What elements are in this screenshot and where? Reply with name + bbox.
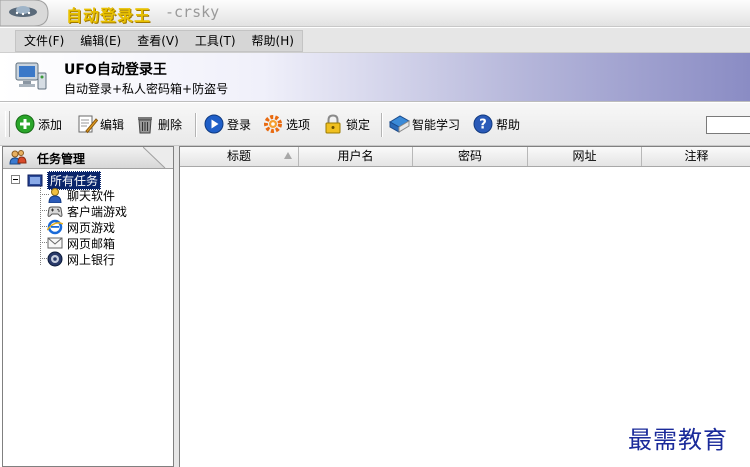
tree-item-client-games[interactable]: 客户端游戏 [47, 203, 127, 219]
tree-item-label: 网页游戏 [67, 220, 116, 235]
list-header: 标题 用户名 密码 网址 注释 [180, 147, 750, 167]
tree-guide-line [40, 185, 42, 265]
ie-browser-icon [47, 219, 63, 235]
title-bar: 自动登录王 -crsky [0, 0, 750, 27]
delete-button[interactable]: 删除 [134, 113, 182, 135]
tree-item-label: 聊天软件 [67, 188, 116, 203]
task-tree-panel: 任务管理 所有任务 聊天软件 客户端游戏 网页游戏 网页邮箱 网上银行 [2, 146, 174, 467]
help-icon: ? [473, 114, 493, 134]
toolbar: 添加 编辑 删除 登录 选项 锁定 智能学习 ? 帮助 [0, 103, 750, 146]
gamepad-icon [47, 206, 63, 217]
column-url[interactable]: 网址 [528, 147, 642, 166]
login-label: 登录 [227, 117, 252, 132]
panel-tab-edge [143, 147, 173, 168]
add-icon [15, 114, 35, 134]
column-notes[interactable]: 注释 [642, 147, 750, 166]
task-panel-title: 任务管理 [37, 152, 86, 166]
edit-label: 编辑 [100, 117, 125, 132]
column-username-label: 用户名 [337, 149, 374, 163]
column-password-label: 密码 [457, 149, 482, 163]
column-notes-label: 注释 [684, 149, 709, 163]
toolbar-separator [195, 113, 197, 137]
smart-learn-button[interactable]: 智能学习 [388, 113, 460, 135]
menu-bar: 文件(F) 编辑(E) 查看(V) 工具(T) 帮助(H) [0, 28, 750, 53]
tree-item-web-games[interactable]: 网页游戏 [47, 219, 115, 235]
gear-icon [264, 115, 282, 133]
help-label: 帮助 [496, 117, 521, 132]
play-icon [204, 114, 224, 134]
task-panel-header: 任务管理 [3, 147, 173, 169]
tree-item-chat-software[interactable]: 聊天软件 [47, 187, 115, 203]
chat-users-icon [48, 188, 62, 203]
smart-learn-label: 智能学习 [412, 117, 461, 132]
options-label: 选项 [286, 117, 311, 132]
column-title-label: 标题 [226, 149, 251, 163]
svg-text:?: ? [479, 118, 487, 133]
column-username[interactable]: 用户名 [299, 147, 413, 166]
window-subtitle: -crsky [165, 3, 220, 21]
column-password[interactable]: 密码 [413, 147, 528, 166]
sort-arrow-icon [284, 152, 292, 159]
help-button[interactable]: ? 帮助 [472, 113, 520, 135]
account-list-panel: 标题 用户名 密码 网址 注释 [179, 146, 750, 467]
search-input[interactable] [706, 116, 750, 134]
column-title[interactable]: 标题 [180, 147, 299, 166]
delete-label: 删除 [158, 117, 183, 132]
app-logo-icon[interactable] [0, 0, 50, 27]
banner-subtitle: 自动登录+私人密码箱+防盗号 [64, 82, 229, 96]
bank-safe-icon [47, 251, 63, 267]
tree-item-online-banking[interactable]: 网上银行 [47, 251, 115, 267]
menu-help[interactable]: 帮助(H) [244, 31, 302, 51]
trash-icon [138, 117, 152, 134]
watermark: 最需教育 [628, 426, 728, 454]
lock-button[interactable]: 锁定 [322, 113, 370, 135]
app-banner: UFO自动登录王 自动登录+私人密码箱+防盗号 [0, 53, 750, 102]
banner-title: UFO自动登录王 [64, 62, 167, 78]
tree-collapse-toggle[interactable] [11, 175, 20, 184]
menu-file[interactable]: 文件(F) [16, 31, 72, 51]
menu-edit[interactable]: 编辑(E) [72, 31, 129, 51]
tree-item-label: 客户端游戏 [67, 204, 128, 219]
computer-icon [14, 59, 48, 93]
toolbar-separator [381, 113, 383, 137]
mail-icon [47, 237, 63, 249]
menu-view[interactable]: 查看(V) [129, 31, 187, 51]
lock-icon [325, 114, 341, 134]
users-icon [9, 150, 27, 165]
edit-button[interactable]: 编辑 [76, 113, 124, 135]
folder-icon [27, 174, 43, 187]
menu-group: 文件(F) 编辑(E) 查看(V) 工具(T) 帮助(H) [15, 30, 303, 52]
book-icon [389, 115, 410, 133]
lock-label: 锁定 [346, 117, 371, 132]
toolbar-grip[interactable] [5, 111, 10, 137]
menu-tools[interactable]: 工具(T) [187, 31, 244, 51]
tree-item-label: 网页邮箱 [67, 236, 116, 251]
add-label: 添加 [38, 117, 63, 132]
options-button[interactable]: 选项 [262, 113, 310, 135]
tree-item-label: 网上银行 [67, 252, 116, 267]
column-url-label: 网址 [572, 149, 597, 163]
add-button[interactable]: 添加 [14, 113, 62, 135]
edit-icon [78, 115, 98, 134]
login-button[interactable]: 登录 [203, 113, 251, 135]
tree-item-web-mail[interactable]: 网页邮箱 [47, 235, 115, 251]
window-title: 自动登录王 [66, 6, 152, 25]
